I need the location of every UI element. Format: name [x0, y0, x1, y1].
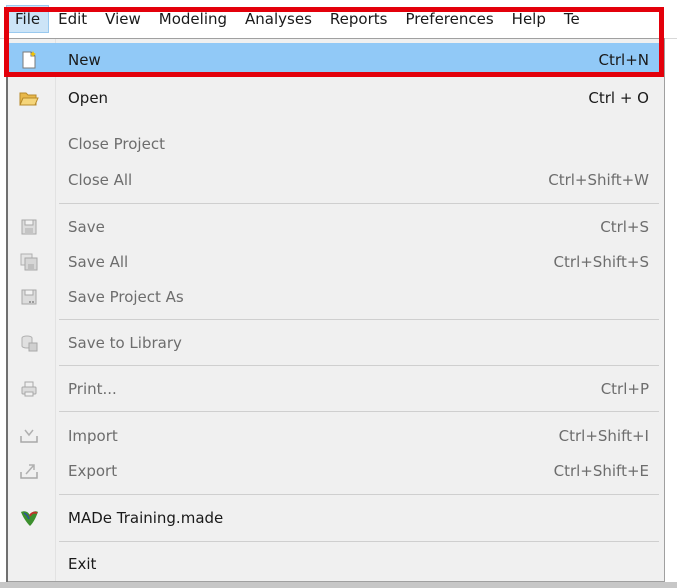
menu-item-label: Save Project As: [68, 288, 184, 306]
menu-separator: [59, 203, 659, 204]
menu-item-label: New: [68, 51, 101, 69]
menu-item-label: Import: [68, 427, 118, 445]
file-menu-dropdown: New Ctrl+N Open Ctrl + O Close Project C…: [6, 38, 665, 582]
library-icon: [18, 332, 40, 354]
export-icon: [18, 460, 40, 482]
menu-item-label: Save to Library: [68, 334, 182, 352]
menu-item-import[interactable]: Import Ctrl+Shift+I: [8, 419, 663, 453]
menu-separator: [59, 365, 659, 366]
menu-item-shortcut: Ctrl+Shift+E: [553, 462, 649, 480]
menu-item-label: Print...: [68, 380, 117, 398]
menu-item-save[interactable]: Save Ctrl+S: [8, 210, 663, 244]
printer-icon: [18, 378, 40, 400]
menu-item-label: Exit: [68, 555, 97, 573]
menu-item-close-all[interactable]: Close All Ctrl+Shift+W: [8, 163, 663, 197]
menu-item-shortcut: Ctrl + O: [588, 89, 649, 107]
menu-item-save-all[interactable]: Save All Ctrl+Shift+S: [8, 245, 663, 279]
save-all-icon: [18, 251, 40, 273]
menu-item-save-project-as[interactable]: Save Project As: [8, 280, 663, 314]
menu-item-label: Open: [68, 89, 109, 107]
menu-item-shortcut: Ctrl+N: [598, 51, 649, 69]
menu-separator: [59, 494, 659, 495]
import-icon: [18, 425, 40, 447]
menu-file[interactable]: File: [6, 5, 50, 33]
menu-item-label: Close All: [68, 171, 133, 189]
menu-item-label: Save All: [68, 253, 129, 271]
menu-view[interactable]: View: [96, 5, 150, 33]
menu-reports[interactable]: Reports: [321, 5, 397, 33]
menu-edit[interactable]: Edit: [49, 5, 96, 33]
menu-item-export[interactable]: Export Ctrl+Shift+E: [8, 454, 663, 488]
menu-truncated[interactable]: Te: [555, 5, 589, 33]
save-icon: [18, 216, 40, 238]
menu-item-exit[interactable]: Exit: [8, 547, 663, 581]
new-file-icon: [18, 49, 40, 71]
menu-item-shortcut: Ctrl+Shift+S: [553, 253, 649, 271]
menu-preferences[interactable]: Preferences: [396, 5, 502, 33]
background-window-strip: [0, 582, 677, 588]
menu-item-label: Export: [68, 462, 118, 480]
menu-item-shortcut: Ctrl+Shift+I: [558, 427, 649, 445]
menu-help[interactable]: Help: [503, 5, 555, 33]
menu-item-open[interactable]: Open Ctrl + O: [8, 81, 663, 115]
menu-item-label: MADe Training.made: [68, 509, 224, 527]
menu-item-shortcut: Ctrl+S: [600, 218, 649, 236]
save-as-icon: [18, 286, 40, 308]
menu-separator: [59, 319, 659, 320]
menu-item-save-to-library[interactable]: Save to Library: [8, 326, 663, 360]
menu-item-recent-made-training[interactable]: MADe Training.made: [8, 501, 663, 535]
menu-analyses[interactable]: Analyses: [236, 5, 321, 33]
menu-item-close-project[interactable]: Close Project: [8, 127, 663, 161]
menu-modeling[interactable]: Modeling: [150, 5, 236, 33]
made-project-icon: [18, 507, 40, 529]
menu-item-shortcut: Ctrl+Shift+W: [548, 171, 649, 189]
menu-item-new[interactable]: New Ctrl+N: [8, 43, 663, 77]
menu-item-print[interactable]: Print... Ctrl+P: [8, 372, 663, 406]
open-folder-icon: [18, 87, 40, 109]
menu-bar: File Edit View Modeling Analyses Reports…: [0, 0, 677, 39]
menu-item-label: Save: [68, 218, 105, 236]
window-edge: [6, 38, 8, 582]
menu-item-shortcut: Ctrl+P: [600, 380, 649, 398]
menu-separator: [59, 411, 659, 412]
menu-item-label: Close Project: [68, 135, 165, 153]
menu-separator: [59, 541, 659, 542]
